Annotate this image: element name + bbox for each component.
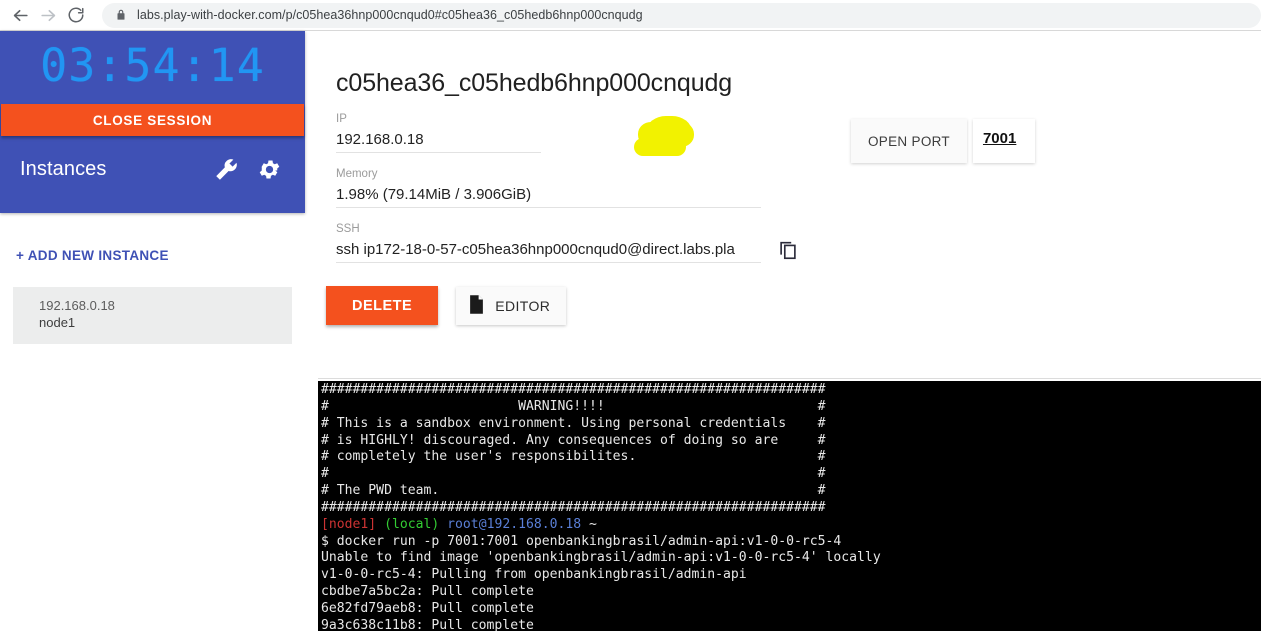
terminal-console[interactable]: ########################################… (318, 381, 1261, 631)
port-value: 7001 (982, 130, 1017, 147)
wrench-icon[interactable] (213, 157, 239, 183)
instance-list-item[interactable]: 192.168.0.18 node1 (13, 287, 292, 344)
forward-button[interactable] (34, 1, 62, 29)
ssh-label: SSH (336, 223, 360, 235)
terminal-text: # is HIGHLY! discouraged. Any consequenc… (321, 432, 826, 448)
browser-toolbar: labs.play-with-docker.com/p/c05hea36hnp0… (0, 0, 1261, 31)
sidebar: 03:54:14 CLOSE SESSION Instances + ADD N… (0, 31, 305, 631)
terminal-text: 6e82fd79aeb8: Pull complete (321, 600, 534, 616)
editor-label: EDITOR (495, 297, 551, 314)
terminal-line: Unable to find image 'openbankingbrasil/… (321, 550, 1261, 567)
editor-button[interactable]: EDITOR (456, 286, 567, 325)
ssh-row: ssh ip172-18-0-57-c05hea36hnp000cnqud0@d… (336, 237, 1261, 263)
terminal-text: # WARNING!!!! # (321, 398, 826, 414)
terminal-line: # This is a sandbox environment. Using p… (321, 416, 1261, 433)
terminal-text: cbdbe7a5bc2a: Pull complete (321, 584, 534, 600)
terminal-text: # The PWD team. # (321, 483, 826, 499)
terminal-line: # WARNING!!!! # (321, 399, 1261, 416)
terminal-text: ########################################… (321, 499, 826, 515)
port-input[interactable]: 7001 (972, 119, 1035, 163)
terminal-text: 9a3c638c11b8: Pull complete (321, 617, 534, 631)
ip-label: IP (336, 113, 347, 125)
ip-value: 192.168.0.18 (336, 127, 541, 153)
terminal-line: # completely the user's responsibilites.… (321, 449, 1261, 466)
sidebar-header: 03:54:14 CLOSE SESSION Instances (0, 31, 305, 213)
document-icon (468, 294, 485, 318)
terminal-line: ########################################… (321, 382, 1261, 399)
terminal-line: 6e82fd79aeb8: Pull complete (321, 601, 1261, 618)
reload-button[interactable] (62, 1, 90, 29)
terminal-line: cbdbe7a5bc2a: Pull complete (321, 584, 1261, 601)
terminal-line: # # (321, 466, 1261, 483)
memory-value: 1.98% (79.14MiB / 3.906GiB) (336, 182, 761, 208)
terminal-text: Unable to find image 'openbankingbrasil/… (321, 550, 881, 566)
terminal-text: [node1] (321, 516, 377, 532)
terminal-text: v1-0-0-rc5-4: Pulling from openbankingbr… (321, 567, 747, 583)
terminal-line: # The PWD team. # (321, 483, 1261, 500)
url-text: labs.play-with-docker.com/p/c05hea36hnp0… (137, 8, 643, 22)
terminal-text: # # (321, 466, 826, 482)
open-port-button[interactable]: OPEN PORT (851, 119, 967, 163)
instance-ip: 192.168.0.18 (39, 298, 115, 313)
arrow-left-icon (11, 6, 30, 25)
terminal-text: $ docker run -p 7001:7001 openbankingbra… (321, 533, 842, 549)
session-timer: 03:54:14 (40, 39, 265, 92)
terminal-text: (local) (384, 516, 440, 532)
open-port-group: OPEN PORT 7001 (851, 119, 1035, 163)
arrow-right-icon (39, 6, 58, 25)
terminal-text: ~ (581, 516, 597, 532)
terminal-line: # is HIGHLY! discouraged. Any consequenc… (321, 433, 1261, 450)
terminal-line: [node1] (local) root@192.168.0.18 ~ (321, 517, 1261, 534)
reload-icon (67, 6, 85, 24)
ssh-field-block: SSH ssh ip172-18-0-57-c05hea36hnp000cnqu… (318, 208, 1261, 263)
terminal-line: $ docker run -p 7001:7001 openbankingbra… (321, 534, 1261, 551)
address-bar[interactable]: labs.play-with-docker.com/p/c05hea36hnp0… (102, 2, 1261, 28)
terminal-line: v1-0-0-rc5-4: Pulling from openbankingbr… (321, 567, 1261, 584)
memory-label: Memory (336, 168, 378, 180)
terminal-text: # completely the user's responsibilites.… (321, 449, 826, 465)
terminal-line: 9a3c638c11b8: Pull complete (321, 618, 1261, 631)
terminal-line: ########################################… (321, 500, 1261, 517)
add-new-instance-button[interactable]: + ADD NEW INSTANCE (0, 213, 169, 263)
ssh-value[interactable]: ssh ip172-18-0-57-c05hea36hnp000cnqud0@d… (336, 237, 761, 263)
instance-name: node1 (39, 315, 76, 330)
content-divider (318, 378, 1261, 379)
instances-header: Instances (0, 136, 305, 203)
close-session-button[interactable]: CLOSE SESSION (1, 104, 304, 136)
instances-title: Instances (20, 158, 107, 180)
memory-field-block: Memory 1.98% (79.14MiB / 3.906GiB) (318, 153, 1261, 208)
ip-field-block: IP 192.168.0.18 (318, 98, 1261, 153)
back-button[interactable] (6, 1, 34, 29)
copy-icon[interactable] (777, 238, 799, 262)
page-title: c05hea36_c05hedb6hnp000cnqudg (336, 69, 733, 97)
terminal-text: root@192.168.0.18 (447, 516, 582, 532)
gear-icon[interactable] (257, 157, 283, 183)
action-buttons: DELETE EDITOR (318, 263, 1261, 325)
terminal-text: # This is a sandbox environment. Using p… (321, 415, 826, 431)
delete-button[interactable]: DELETE (326, 286, 439, 325)
terminal-text: ########################################… (321, 382, 826, 397)
lock-icon (114, 8, 128, 22)
